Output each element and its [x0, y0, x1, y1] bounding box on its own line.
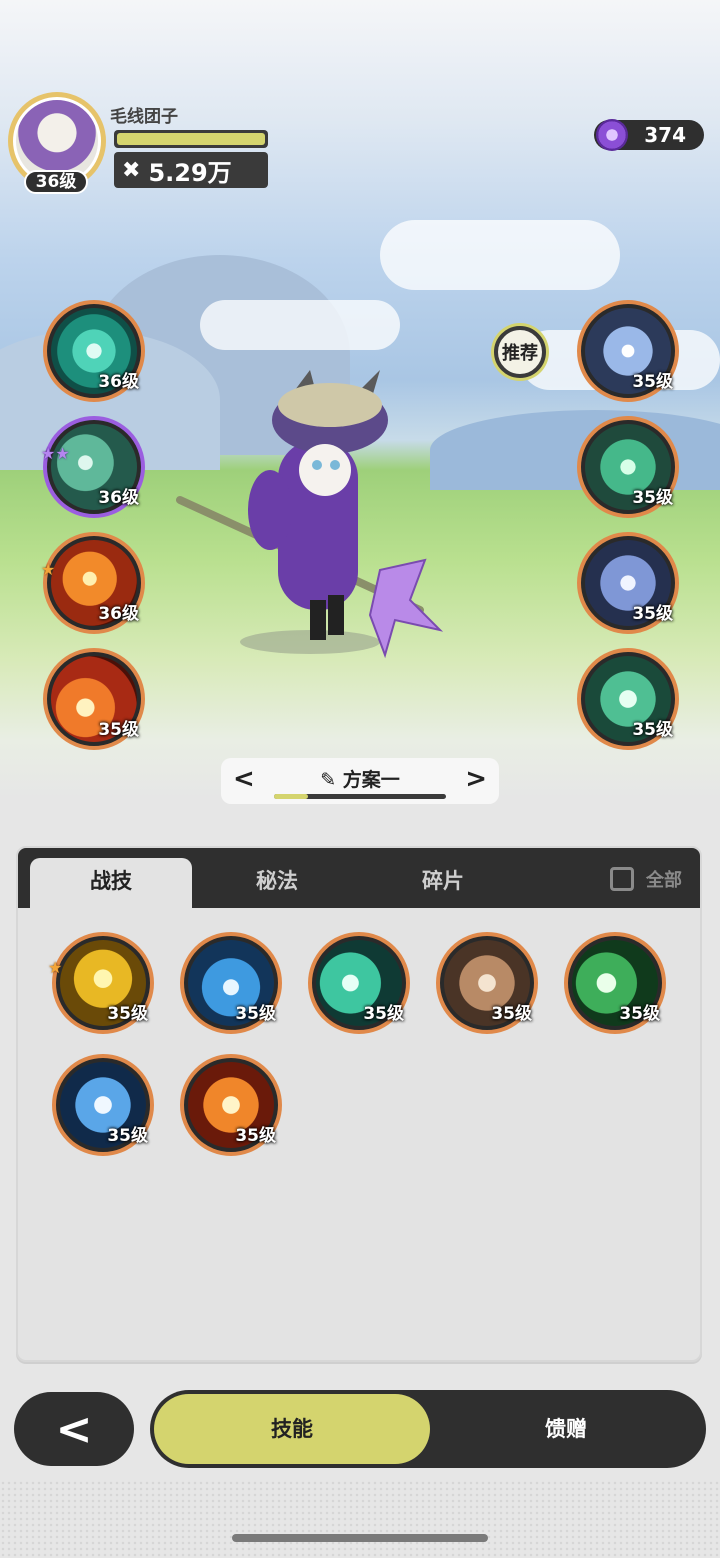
- equipped-skill-right-2[interactable]: 35级: [577, 416, 679, 518]
- skill-level: 35级: [107, 1126, 148, 1146]
- combat-power: ✖ 5.29万: [114, 152, 268, 188]
- skill-level: 35级: [632, 604, 673, 624]
- skill-level: 35级: [235, 1126, 276, 1146]
- plan-progress-bar: [274, 794, 446, 799]
- skill-card-6[interactable]: 35级: [52, 1054, 154, 1156]
- tab-gifts[interactable]: 馈赠: [430, 1394, 702, 1464]
- crossed-tools-icon: ✖: [122, 157, 141, 183]
- skill-level: 35级: [107, 1004, 148, 1024]
- recommend-button[interactable]: 推荐: [494, 326, 546, 378]
- plan-title: 方案一: [342, 769, 400, 791]
- combat-power-value: 5.29万: [148, 158, 232, 187]
- skill-level: 35级: [632, 488, 673, 508]
- currency-amount: 374: [644, 123, 686, 147]
- star-gold-icon: ★: [48, 958, 63, 977]
- skill-level: 35级: [363, 1004, 404, 1024]
- player-name: 毛线团子: [110, 107, 178, 127]
- skill-level: 36级: [98, 604, 139, 624]
- chevron-left-icon: <: [55, 1403, 93, 1455]
- skill-level: 36级: [98, 488, 139, 508]
- player-exp-fill: [117, 133, 265, 145]
- equipped-skill-left-2[interactable]: ★★ 36级: [41, 416, 145, 518]
- plan-title-row[interactable]: ✎ 方案一: [221, 765, 499, 792]
- cat-hero-character: [176, 370, 444, 659]
- equipped-skill-right-3[interactable]: 35级: [577, 532, 679, 634]
- show-all-checkbox[interactable]: [610, 867, 634, 891]
- skill-level: 35级: [235, 1004, 276, 1024]
- skill-card-4[interactable]: 35级: [436, 932, 538, 1034]
- tab-fragments[interactable]: 碎片: [360, 848, 526, 908]
- equipped-skill-right-4[interactable]: 35级: [577, 648, 679, 750]
- skill-inventory-panel: 战技 秘法 碎片 全部 ★ 35级 35级 35级 35级 35级 35级 35…: [16, 846, 702, 1362]
- star-purple-icon: ★★: [41, 444, 70, 463]
- purple-gem-icon: [596, 119, 628, 151]
- home-indicator[interactable]: [232, 1534, 488, 1542]
- equipped-skill-left-4[interactable]: 35级: [43, 648, 145, 750]
- equipped-skill-left-3[interactable]: ★ 36级: [41, 532, 145, 634]
- skill-level: 35级: [491, 1004, 532, 1024]
- skill-card-3[interactable]: 35级: [308, 932, 410, 1034]
- skill-level: 35级: [619, 1004, 660, 1024]
- skill-card-7[interactable]: 35级: [180, 1054, 282, 1156]
- skill-card-5[interactable]: 35级: [564, 932, 666, 1034]
- player-exp-bar: [114, 130, 268, 148]
- player-level-badge: 36级: [24, 170, 88, 194]
- plan-next-button[interactable]: >: [465, 764, 487, 794]
- bottom-segmented-control: 技能 馈赠: [150, 1390, 706, 1468]
- back-button[interactable]: <: [14, 1392, 134, 1466]
- plan-progress-fill: [274, 794, 309, 799]
- skill-level: 36级: [98, 372, 139, 392]
- star-gold-icon: ★: [41, 560, 56, 579]
- skill-level: 35级: [632, 372, 673, 392]
- skill-card-1[interactable]: ★ 35级: [48, 932, 154, 1034]
- skill-card-2[interactable]: 35级: [180, 932, 282, 1034]
- pencil-icon: ✎: [320, 769, 337, 791]
- equipped-skill-right-1[interactable]: 35级: [577, 300, 679, 402]
- tab-secret-arts[interactable]: 秘法: [194, 848, 360, 908]
- tab-combat-skills[interactable]: 战技: [30, 858, 192, 908]
- skill-plan-selector: < ✎ 方案一 >: [221, 758, 499, 804]
- show-all-label: 全部: [646, 870, 682, 891]
- show-all-toggle[interactable]: 全部: [610, 866, 682, 892]
- skill-level: 35级: [98, 720, 139, 740]
- equipped-skill-left-1[interactable]: 36级: [43, 300, 145, 402]
- tab-skills[interactable]: 技能: [154, 1394, 430, 1464]
- bottom-pattern: [0, 1480, 720, 1558]
- skill-tab-bar: 战技 秘法 碎片 全部: [18, 848, 700, 908]
- skill-level: 35级: [632, 720, 673, 740]
